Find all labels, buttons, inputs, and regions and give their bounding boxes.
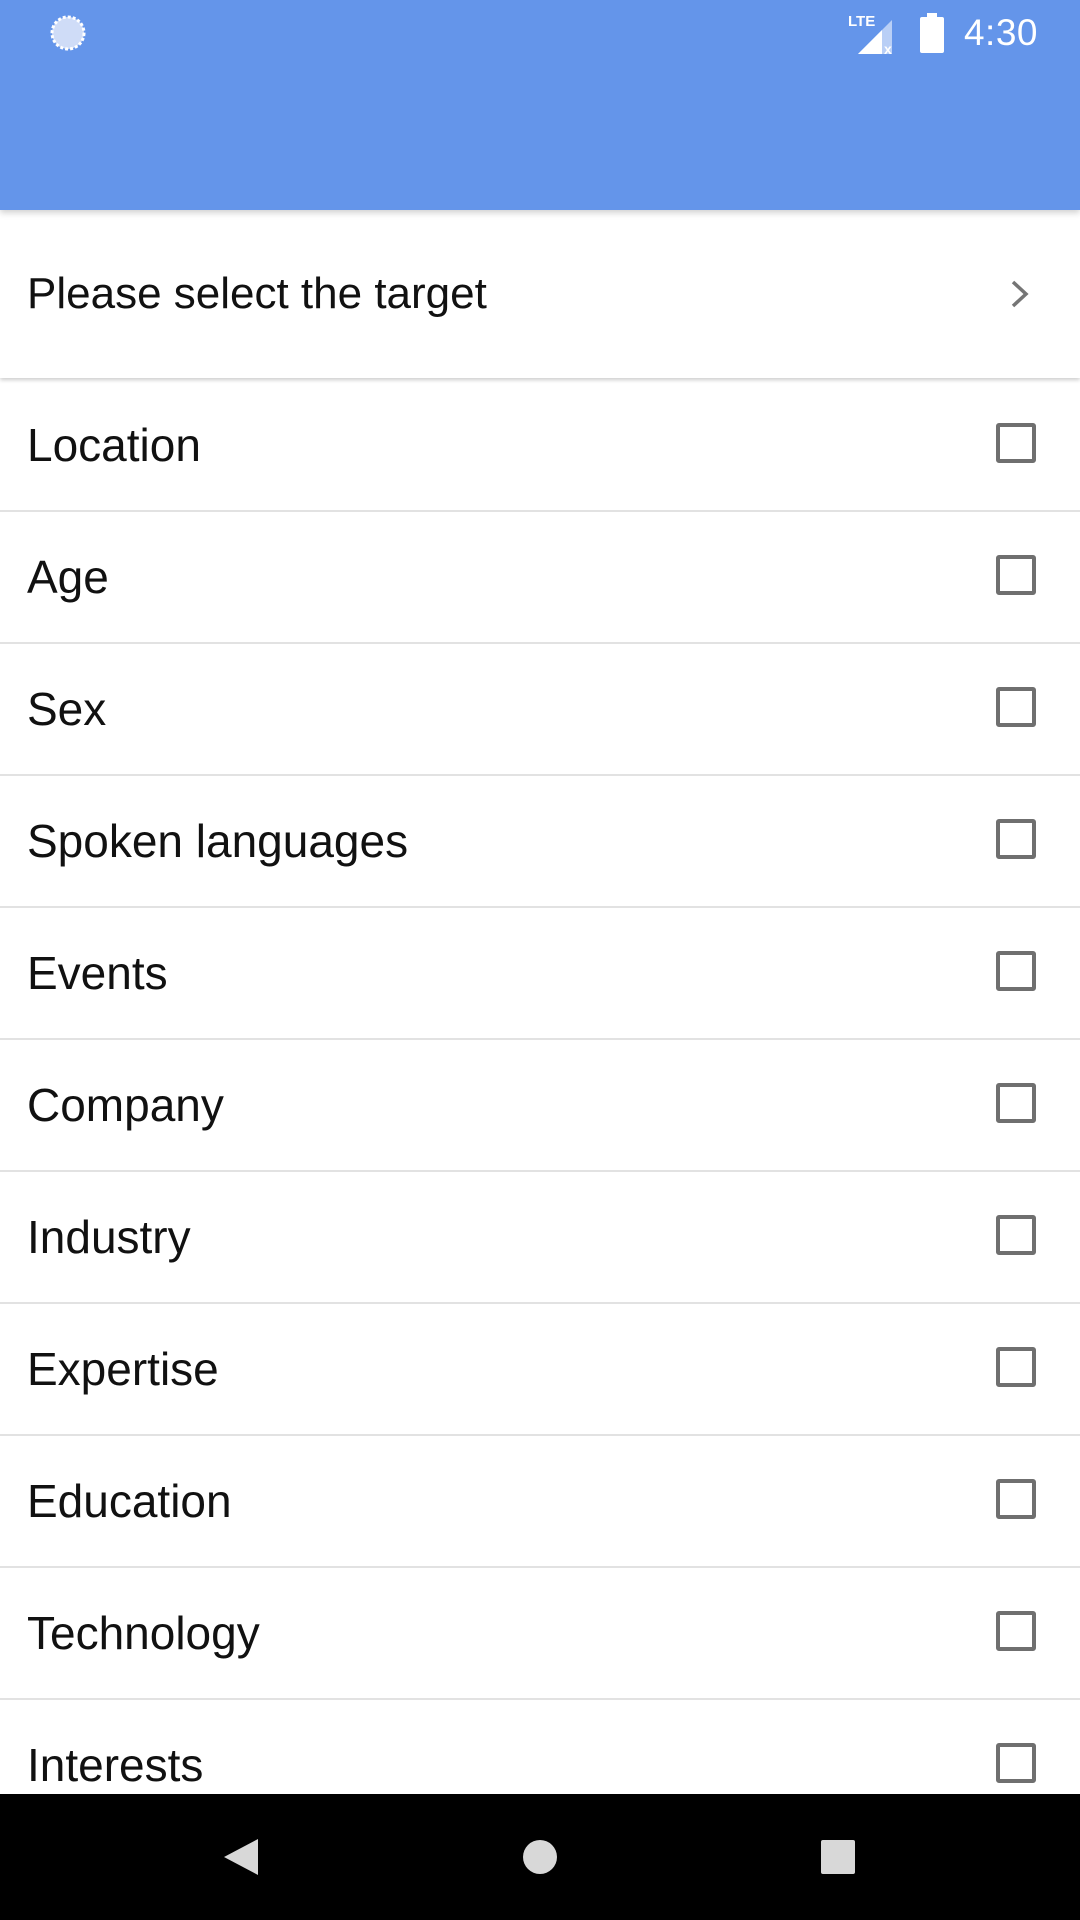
option-row-company[interactable]: Company: [0, 1040, 1080, 1172]
status-time: 4:30: [963, 12, 1038, 53]
option-row-events[interactable]: Events: [0, 908, 1080, 1040]
option-list: Location Age Sex Spoken languages Events…: [0, 380, 1080, 1794]
checkbox-age[interactable]: [996, 555, 1036, 595]
checkbox-industry[interactable]: [996, 1215, 1036, 1255]
option-row-technology[interactable]: Technology: [0, 1568, 1080, 1700]
battery-icon: [919, 13, 944, 53]
option-row-age[interactable]: Age: [0, 512, 1080, 644]
option-label: Location: [27, 419, 201, 471]
network-label: LTE: [848, 13, 875, 30]
option-row-spoken-languages[interactable]: Spoken languages: [0, 776, 1080, 908]
option-label: Spoken languages: [27, 815, 409, 867]
app-screen: LTE x 4:30 Please select the target Loca…: [0, 0, 1080, 1920]
option-label: Technology: [27, 1607, 260, 1659]
recents-icon[interactable]: [808, 1827, 868, 1887]
option-label: Events: [27, 947, 168, 999]
option-label: Expertise: [27, 1343, 219, 1395]
select-target-row[interactable]: Please select the target: [0, 210, 1080, 378]
checkbox-education[interactable]: [996, 1479, 1036, 1519]
option-row-education[interactable]: Education: [0, 1436, 1080, 1568]
option-label: Age: [27, 551, 109, 603]
option-row-industry[interactable]: Industry: [0, 1172, 1080, 1304]
checkbox-sex[interactable]: [996, 687, 1036, 727]
checkbox-location[interactable]: [996, 423, 1036, 463]
status-bar-right: LTE x 4:30: [848, 8, 1038, 58]
checkbox-spoken-languages[interactable]: [996, 819, 1036, 859]
option-label: Interests: [27, 1739, 204, 1791]
signal-icon: LTE x: [848, 13, 892, 56]
chevron-right-icon: [1011, 280, 1029, 308]
checkbox-technology[interactable]: [996, 1611, 1036, 1651]
checkbox-expertise[interactable]: [996, 1347, 1036, 1387]
option-label: Company: [27, 1079, 224, 1131]
option-label: Education: [27, 1475, 232, 1527]
option-row-interests[interactable]: Interests: [0, 1700, 1080, 1794]
home-icon[interactable]: [510, 1827, 570, 1887]
option-row-expertise[interactable]: Expertise: [0, 1304, 1080, 1436]
app-bar: LTE x 4:30: [0, 0, 1080, 210]
checkbox-company[interactable]: [996, 1083, 1036, 1123]
checkbox-interests[interactable]: [996, 1743, 1036, 1783]
svg-text:x: x: [884, 41, 892, 56]
checkbox-events[interactable]: [996, 951, 1036, 991]
option-row-sex[interactable]: Sex: [0, 644, 1080, 776]
back-icon[interactable]: [210, 1827, 270, 1887]
option-label: Sex: [27, 683, 107, 735]
option-row-location[interactable]: Location: [0, 380, 1080, 512]
option-label: Industry: [27, 1211, 191, 1263]
navigation-bar: [0, 1794, 1080, 1920]
sync-icon: [50, 15, 86, 51]
select-target-label: Please select the target: [27, 269, 487, 318]
